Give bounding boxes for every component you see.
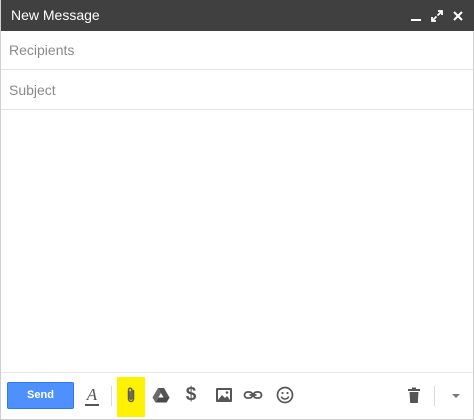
formatting-underline — [85, 404, 99, 406]
send-button[interactable]: Send — [7, 382, 74, 409]
compose-toolbar: Send A $ — [1, 372, 473, 418]
attach-paperclip-icon[interactable] — [121, 385, 141, 405]
toolbar-divider — [434, 386, 435, 406]
minimize-icon[interactable] — [408, 8, 424, 24]
recipients-input[interactable] — [9, 31, 465, 69]
subject-row — [1, 71, 473, 110]
toolbar-divider — [111, 386, 112, 406]
more-options-icon[interactable] — [446, 385, 466, 405]
compose-window: New Message Send A — [0, 0, 474, 420]
google-drive-icon[interactable] — [151, 385, 171, 405]
compose-titlebar[interactable]: New Message — [1, 0, 474, 31]
trash-icon[interactable] — [404, 385, 424, 405]
expand-icon[interactable] — [429, 8, 445, 24]
formatting-icon[interactable]: A — [85, 386, 99, 406]
message-body[interactable] — [1, 110, 473, 372]
insert-photo-icon[interactable] — [214, 385, 234, 405]
insert-link-icon[interactable] — [243, 385, 263, 405]
emoji-icon[interactable] — [275, 385, 295, 405]
money-icon[interactable]: $ — [184, 385, 198, 405]
window-title: New Message — [11, 7, 100, 23]
recipients-row — [1, 31, 473, 70]
close-icon[interactable] — [450, 8, 466, 24]
subject-input[interactable] — [9, 71, 465, 109]
